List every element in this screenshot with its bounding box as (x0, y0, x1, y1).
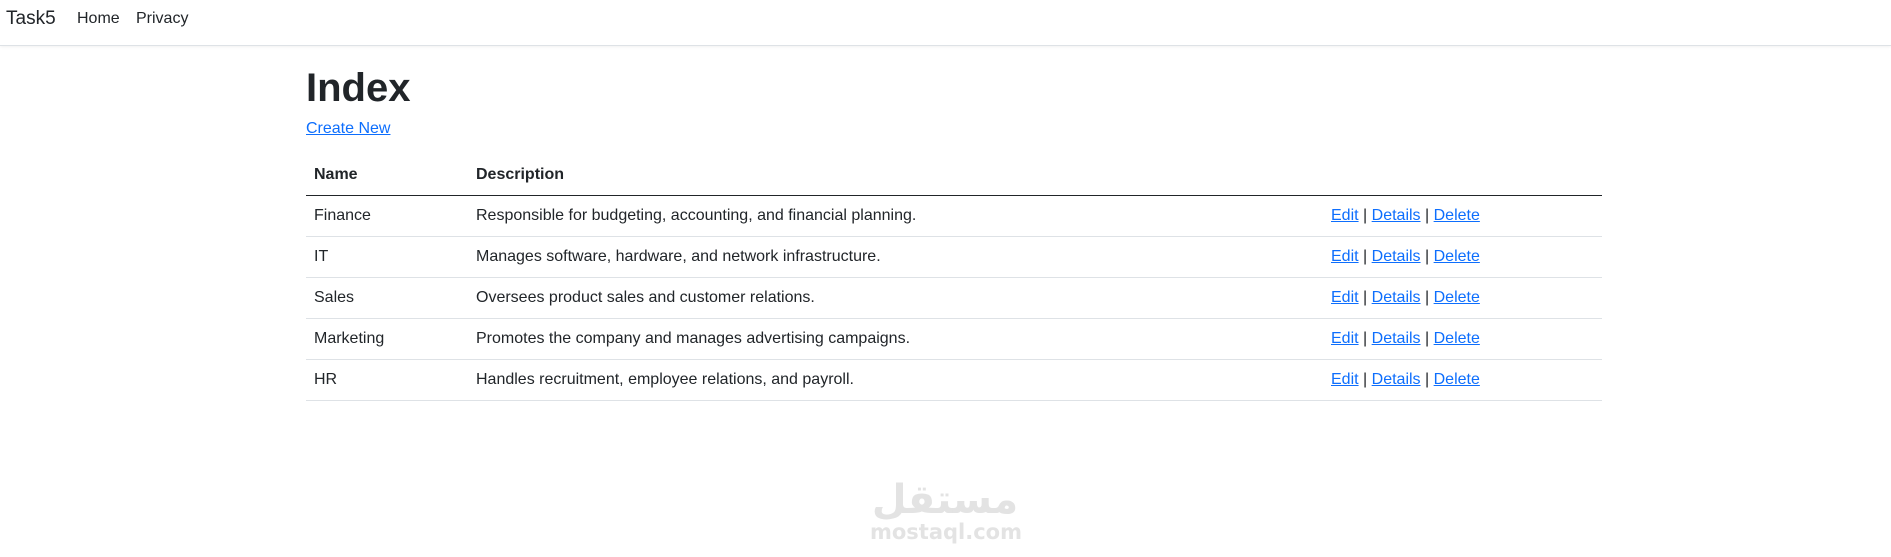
watermark-latin-text: mostaql.com (870, 520, 1022, 544)
mostaql-watermark: مستقل mostaql.com (870, 477, 1022, 544)
table-body: Finance Responsible for budgeting, accoun… (306, 195, 1602, 401)
column-header-description: Description (468, 155, 1323, 196)
table-row: HR Handles recruitment, employee relation… (306, 359, 1602, 401)
column-header-name: Name (306, 155, 468, 196)
cell-name: IT (306, 236, 468, 278)
cell-actions: Edit | Details | Delete (1323, 195, 1602, 237)
nav-link-home[interactable]: Home (77, 10, 120, 28)
action-separator: | (1363, 330, 1368, 347)
column-header-actions (1323, 155, 1602, 196)
action-separator: | (1425, 289, 1430, 306)
top-navbar: Task5 Home Privacy (0, 0, 1891, 46)
delete-link[interactable]: Delete (1434, 289, 1480, 306)
action-separator: | (1363, 207, 1368, 224)
cell-description: Handles recruitment, employee relations,… (468, 359, 1323, 401)
page-title: Index (306, 66, 411, 110)
delete-link[interactable]: Delete (1434, 330, 1480, 347)
cell-actions: Edit | Details | Delete (1323, 277, 1602, 319)
edit-link[interactable]: Edit (1331, 207, 1359, 224)
table-row: Sales Oversees product sales and customer… (306, 277, 1602, 319)
table-row: IT Manages software, hardware, and networ… (306, 236, 1602, 278)
edit-link[interactable]: Edit (1331, 330, 1359, 347)
cell-actions: Edit | Details | Delete (1323, 359, 1602, 401)
action-separator: | (1363, 289, 1368, 306)
cell-name: Finance (306, 195, 468, 237)
action-separator: | (1425, 207, 1430, 224)
brand-link[interactable]: Task5 (6, 8, 56, 30)
edit-link[interactable]: Edit (1331, 371, 1359, 388)
cell-actions: Edit | Details | Delete (1323, 236, 1602, 278)
cell-name: HR (306, 359, 468, 401)
action-separator: | (1363, 248, 1368, 265)
details-link[interactable]: Details (1372, 248, 1421, 265)
delete-link[interactable]: Delete (1434, 248, 1480, 265)
action-separator: | (1425, 248, 1430, 265)
nav-link-privacy[interactable]: Privacy (136, 10, 188, 28)
cell-description: Promotes the company and manages adverti… (468, 318, 1323, 360)
cell-description: Responsible for budgeting, accounting, a… (468, 195, 1323, 237)
table-row: Marketing Promotes the company and manage… (306, 318, 1602, 360)
cell-actions: Edit | Details | Delete (1323, 318, 1602, 360)
action-separator: | (1425, 371, 1430, 388)
details-link[interactable]: Details (1372, 207, 1421, 224)
details-link[interactable]: Details (1372, 371, 1421, 388)
cell-name: Sales (306, 277, 468, 319)
action-separator: | (1425, 330, 1430, 347)
cell-name: Marketing (306, 318, 468, 360)
edit-link[interactable]: Edit (1331, 248, 1359, 265)
table-header-row: Name Description (306, 155, 1602, 196)
departments-table: Name Description Finance Responsible for … (306, 155, 1602, 401)
cell-description: Manages software, hardware, and network … (468, 236, 1323, 278)
details-link[interactable]: Details (1372, 330, 1421, 347)
watermark-arabic-text: مستقل (871, 477, 1019, 523)
main-content: Index Create New Name Description Financ… (306, 62, 1602, 401)
details-link[interactable]: Details (1372, 289, 1421, 306)
edit-link[interactable]: Edit (1331, 289, 1359, 306)
action-separator: | (1363, 371, 1368, 388)
table-row: Finance Responsible for budgeting, accoun… (306, 195, 1602, 237)
delete-link[interactable]: Delete (1434, 371, 1480, 388)
cell-description: Oversees product sales and customer rela… (468, 277, 1323, 319)
delete-link[interactable]: Delete (1434, 207, 1480, 224)
create-new-link[interactable]: Create New (306, 120, 390, 138)
table-header: Name Description (306, 155, 1602, 196)
